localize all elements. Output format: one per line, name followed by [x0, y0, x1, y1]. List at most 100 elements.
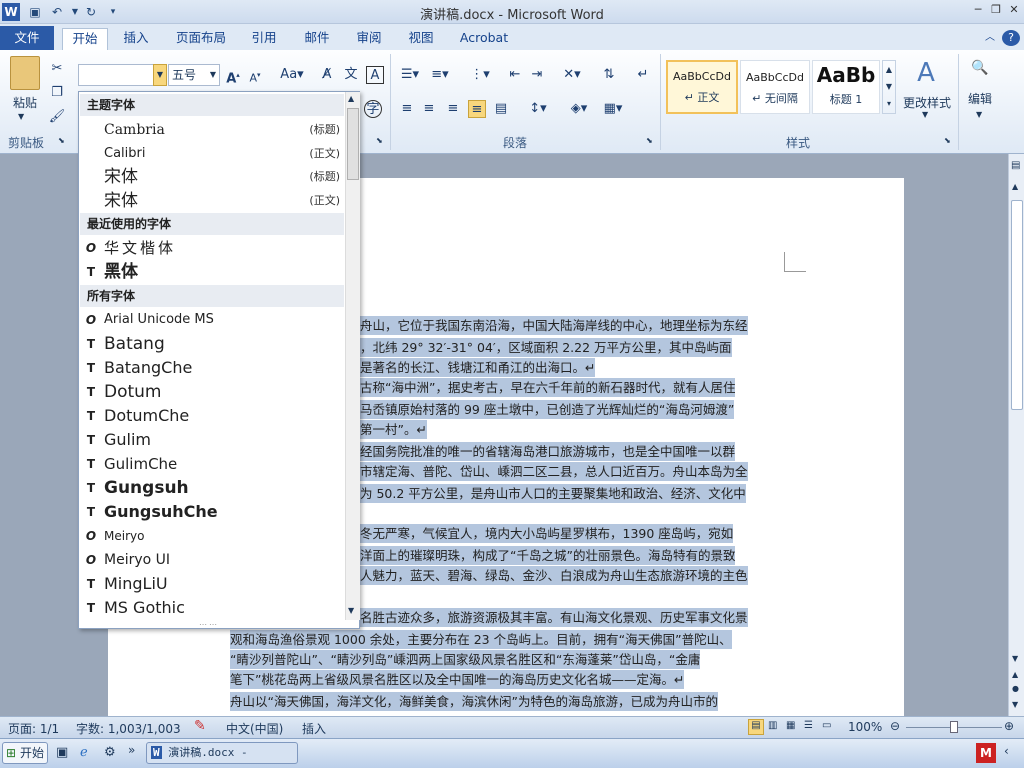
document-line[interactable]: 名胜古迹众多，旅游资源极其丰富。有山海文化景观、历史军事文化景	[360, 608, 748, 627]
font-name-input[interactable]	[78, 64, 160, 86]
paste-icon[interactable]	[10, 56, 40, 90]
close-icon[interactable]: ✕	[1006, 2, 1022, 18]
numbering-icon[interactable]: ≡▾	[428, 66, 452, 84]
document-line[interactable]: 冬无严寒，气候宜人，境内大小岛屿星罗棋布，1390 座岛屿，宛如	[360, 524, 734, 543]
style-normal[interactable]: AaBbCcDd ↵ 正文	[666, 60, 738, 114]
font-launcher-icon[interactable]: ⬊	[376, 136, 383, 145]
document-line[interactable]: 人魅力，蓝天、碧海、绿岛、金沙、白浪成为舟山生态旅游环境的主色	[360, 566, 748, 585]
font-item[interactable]: T Dotum	[80, 380, 344, 404]
cut-icon[interactable]: ✂	[48, 60, 66, 78]
document-line[interactable]: 观和海岛渔俗景观 1000 余处，主要分布在 23 个岛屿上。目前，拥有“海天佛…	[230, 630, 732, 649]
scroll-up-icon[interactable]: ▲	[1012, 182, 1018, 191]
outline-icon[interactable]: ☰	[804, 720, 813, 731]
line-spacing-icon[interactable]: ↕▾	[526, 100, 550, 118]
font-item[interactable]: T DotumChe	[80, 404, 344, 428]
borders-icon[interactable]: ▦▾	[600, 100, 626, 118]
change-styles-button[interactable]: 更改样式	[900, 94, 954, 111]
show-desktop-icon[interactable]: ▣	[56, 745, 68, 760]
style-heading-1[interactable]: AaBb 标题 1	[812, 60, 880, 114]
font-item-songti-heading[interactable]: 宋体 (标题)	[80, 165, 344, 189]
chinese-layout-icon[interactable]: ✕▾	[560, 66, 584, 84]
styles-launcher-icon[interactable]: ⬊	[944, 136, 951, 145]
font-item-calibri[interactable]: Calibri (正文)	[80, 142, 344, 166]
font-size-input[interactable]: 五号 ▼	[168, 64, 220, 86]
help-icon[interactable]: ?	[1002, 30, 1020, 46]
document-line[interactable]: 舟山以“海天佛国，海洋文化，海鲜美食，海滨休闲”为特色的海岛旅游，已成为舟山市的	[230, 692, 718, 711]
styles-scroll-icon[interactable]: ▲ ▼ ▾	[882, 60, 896, 114]
paste-button[interactable]: 粘贴	[6, 94, 44, 111]
document-line[interactable]: 为 50.2 平方公里，是舟山市人口的主要聚集地和政治、经济、文化中	[360, 484, 746, 503]
next-page-icon[interactable]: ▼	[1012, 700, 1018, 709]
web-layout-icon[interactable]: ▦	[786, 720, 795, 731]
tab-page-layout[interactable]: 页面布局	[168, 28, 234, 50]
tab-references[interactable]: 引用	[244, 28, 284, 50]
align-right-icon[interactable]: ≡	[444, 100, 462, 118]
font-item-cambria[interactable]: Cambria (标题)	[80, 118, 344, 142]
shading-icon[interactable]: ◈▾	[566, 100, 592, 118]
tab-acrobat[interactable]: Acrobat	[452, 28, 516, 50]
font-item[interactable]: O Meiryo UI	[80, 548, 344, 572]
minimize-ribbon-icon[interactable]: ︿	[982, 28, 998, 50]
start-button[interactable]: ⊞ 开始	[2, 742, 48, 764]
previous-page-icon[interactable]: ▲	[1012, 670, 1018, 679]
font-item[interactable]: T Batang	[80, 332, 344, 356]
document-line[interactable]: 经国务院批准的唯一的省辖海岛港口旅游城市，也是全中国唯一以群	[360, 442, 736, 461]
tray-expand-icon[interactable]: ‹	[1004, 744, 1009, 758]
full-screen-reading-icon[interactable]: ▥	[768, 720, 777, 731]
font-item[interactable]: T BatangChe	[80, 356, 344, 380]
copy-icon[interactable]: ❐	[48, 84, 66, 102]
document-line[interactable]: 笔下”桃花岛两上省级风景名胜区以及全中国唯一的海岛历史文化名城——定海。↵	[230, 670, 685, 689]
document-line[interactable]: 是著名的长江、钱塘江和甬江的出海口。↵	[360, 358, 596, 377]
multilevel-list-icon[interactable]: ⋮▾	[468, 66, 492, 84]
font-name-dropdown-icon[interactable]: ▼	[153, 64, 167, 86]
resize-grip[interactable]: ⋯⋯	[199, 620, 219, 629]
scroll-thumb[interactable]	[347, 108, 359, 180]
scroll-up-icon[interactable]: ▲	[348, 94, 354, 103]
font-item-songti-body[interactable]: 宋体 (正文)	[80, 189, 344, 213]
character-border-icon[interactable]: A	[366, 66, 384, 84]
phonetic-guide-icon[interactable]: 文	[342, 66, 360, 84]
clear-formatting-icon[interactable]: A̸	[318, 66, 336, 84]
draft-icon[interactable]: ▭	[822, 720, 831, 731]
sort-icon[interactable]: ⇅	[600, 66, 618, 84]
status-page[interactable]: 页面: 1/1	[8, 720, 59, 737]
scroll-down-icon[interactable]: ▼	[348, 606, 354, 615]
document-line[interactable]: 古称“海中洲”，据史考古，早在六千年前的新石器时代，就有人居住	[360, 378, 736, 397]
zoom-slider-thumb[interactable]	[950, 721, 958, 733]
more-icon[interactable]: »	[128, 743, 135, 757]
tab-home[interactable]: 开始	[62, 28, 108, 50]
document-line[interactable]: “睛沙列普陀山”、“睛沙列岛”嵊泗两上国家级风景名胜区和“东海蓬莱”岱山岛，“金…	[230, 650, 701, 669]
change-styles-dropdown-icon[interactable]: ▼	[922, 110, 928, 119]
font-item[interactable]: T GungsuhChe	[80, 500, 344, 524]
enclose-characters-icon[interactable]: 字	[364, 100, 382, 118]
minimize-icon[interactable]: ─	[970, 2, 986, 18]
bullets-icon[interactable]: ☰▾	[398, 66, 422, 84]
clipboard-launcher-icon[interactable]: ⬊	[58, 136, 65, 145]
tab-mailings[interactable]: 邮件	[296, 28, 338, 50]
edit-dropdown-icon[interactable]: ▼	[976, 110, 982, 119]
decrease-indent-icon[interactable]: ⇤	[506, 66, 524, 84]
view-ruler-icon[interactable]: ▤	[1011, 160, 1020, 171]
font-item[interactable]: T Gulim	[80, 428, 344, 452]
change-case-icon[interactable]: Aa▾	[280, 66, 304, 84]
tab-view[interactable]: 视图	[400, 28, 442, 50]
scroll-thumb[interactable]	[1011, 200, 1023, 410]
paste-dropdown-icon[interactable]: ▼	[18, 112, 24, 121]
font-item[interactable]: T GulimChe	[80, 452, 344, 476]
shrink-font-icon[interactable]: A▾	[246, 66, 264, 85]
format-painter-icon[interactable]: 🖌	[48, 108, 66, 126]
style-no-spacing[interactable]: AaBbCcDd ↵ 无间隔	[740, 60, 810, 114]
font-dropdown[interactable]: 主题字体 Cambria (标题) Calibri (正文) 宋体 (标题) 宋体 (正…	[78, 91, 360, 629]
select-browse-object-icon[interactable]: ●	[1012, 684, 1019, 693]
show-marks-icon[interactable]: ↵	[634, 66, 652, 84]
document-line[interactable]: 马岙镇原始村落的 99 座土墩中，已创造了光辉灿烂的“海岛河姆渡”	[360, 400, 735, 419]
document-line[interactable]: 第一村”。↵	[360, 420, 427, 439]
status-mode[interactable]: 插入	[302, 720, 326, 737]
proofing-icon[interactable]: ✎	[194, 718, 206, 734]
tray-app-icon[interactable]: M	[976, 743, 996, 763]
zoom-out-icon[interactable]: ⊖	[890, 719, 900, 733]
restore-icon[interactable]: ❐	[988, 2, 1004, 18]
vertical-scrollbar[interactable]: ▤ ▲ ▼ ▲ ● ▼	[1008, 154, 1024, 716]
align-left-icon[interactable]: ≡	[398, 100, 416, 118]
document-line[interactable]: ，北纬 29° 32′-31° 04′，区域面积 2.22 万平方公里，其中岛屿…	[360, 338, 732, 357]
